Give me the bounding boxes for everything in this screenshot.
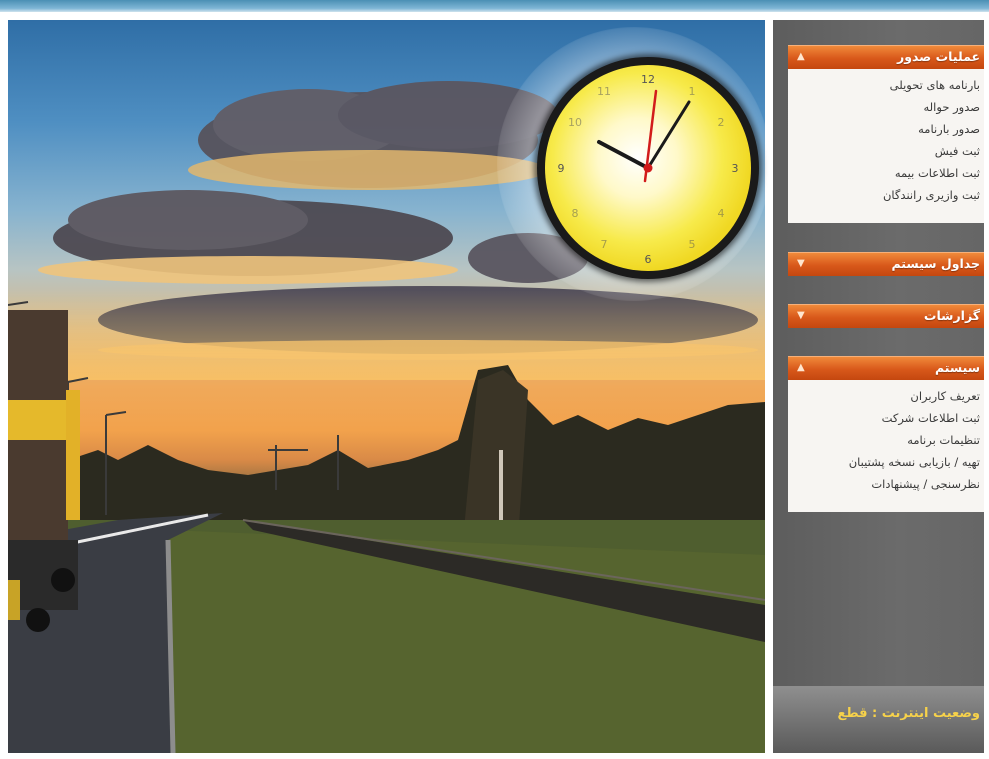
clock-numeral-8: 8	[572, 207, 579, 220]
panel-header-issuance[interactable]: ▲ عملیات صدور	[788, 45, 984, 69]
menu-item-record-receipt[interactable]: ثبت فیش	[788, 140, 980, 162]
menu-item-driver-deposits[interactable]: ثبت وازیری رانندگان	[788, 184, 980, 206]
clock-numeral-3: 3	[732, 162, 739, 175]
chevron-down-icon[interactable]: ▼	[797, 309, 805, 323]
analog-clock: 12 1 2 3 4 5 6 7 8 9 10 11	[537, 57, 759, 279]
panel-header-reports[interactable]: ▼ گزارشات	[788, 304, 984, 328]
clock-center-cap	[643, 163, 653, 173]
menu-item-define-users[interactable]: تعریف کاربران	[788, 385, 980, 407]
chevron-down-icon[interactable]: ▼	[797, 257, 805, 271]
clock-numeral-1: 1	[689, 85, 696, 98]
clock-numeral-11: 11	[597, 85, 611, 98]
menu-item-backup-restore[interactable]: تهیه / بازیابی نسخه پشتیبان	[788, 451, 980, 473]
panel-body-issuance: بارنامه های تحویلی صدور حواله صدور بارنا…	[788, 69, 984, 223]
panel-title-reports: گزارشات	[923, 308, 980, 323]
internet-status-text: وضعیت اینترنت : قطع	[837, 706, 980, 721]
menu-item-insurance-info[interactable]: ثبت اطلاعات بیمه	[788, 162, 980, 184]
chevron-up-icon[interactable]: ▲	[797, 361, 805, 375]
clock-numeral-7: 7	[601, 238, 608, 251]
clock-numeral-5: 5	[689, 238, 696, 251]
clock-numeral-10: 10	[568, 116, 582, 129]
clock-numeral-2: 2	[718, 116, 725, 129]
menu-item-issue-remittance[interactable]: صدور حواله	[788, 96, 980, 118]
top-strip	[0, 0, 989, 12]
clock-numeral-12: 12	[641, 73, 655, 86]
menu-item-issue-waybill[interactable]: صدور بارنامه	[788, 118, 980, 140]
panel-title-issuance: عملیات صدور	[897, 49, 980, 64]
clock-numeral-6: 6	[645, 253, 652, 266]
panel-title-system-tables: جداول سیستم	[891, 256, 980, 271]
internet-status-bar: وضعیت اینترنت : قطع	[773, 686, 984, 753]
treeline	[68, 365, 765, 540]
menu-item-company-info[interactable]: ثبت اطلاعات شرکت	[788, 407, 980, 429]
menu-item-delivered-waybills[interactable]: بارنامه های تحویلی	[788, 74, 980, 96]
panel-header-system[interactable]: ▲ سیستم	[788, 356, 984, 380]
panel-title-system: سیستم	[934, 360, 980, 375]
clock-numeral-9: 9	[558, 162, 565, 175]
sidebar: ▲ عملیات صدور بارنامه های تحویلی صدور حو…	[773, 20, 984, 753]
panel-header-system-tables[interactable]: ▼ جداول سیستم	[788, 252, 984, 276]
menu-item-app-settings[interactable]: تنظیمات برنامه	[788, 429, 980, 451]
clock-numeral-4: 4	[718, 207, 725, 220]
panel-body-system: تعریف کاربران ثبت اطلاعات شرکت تنظیمات ب…	[788, 380, 984, 512]
menu-item-feedback[interactable]: نظرسنجی / پیشنهادات	[788, 473, 980, 495]
chevron-up-icon[interactable]: ▲	[797, 50, 805, 64]
